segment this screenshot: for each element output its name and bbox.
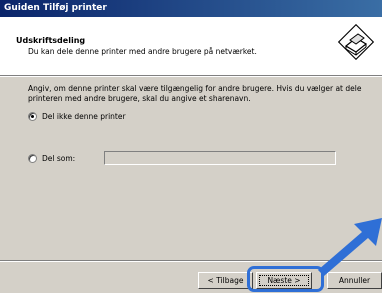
next-button-highlight — [247, 266, 324, 292]
wizard-header: Udskriftsdeling Du kan dele denne printe… — [0, 17, 382, 76]
option-label: Del ikke denne printer — [42, 111, 126, 121]
option-no-share[interactable]: Del ikke denne printer — [28, 110, 126, 122]
share-name-input[interactable] — [104, 151, 336, 165]
option-share-as[interactable]: Del som: — [28, 152, 75, 164]
window-title: Guiden Tilføj printer — [0, 0, 382, 17]
back-button[interactable]: < Tilbage — [198, 272, 253, 289]
radio-button[interactable] — [28, 153, 37, 163]
page-title: Udskriftsdeling — [16, 36, 86, 45]
radio-button[interactable] — [28, 111, 37, 121]
option-label: Del som: — [42, 153, 76, 163]
instruction-text: Angiv, om denne printer skal være tilgæn… — [28, 84, 362, 103]
printer-icon — [338, 24, 374, 60]
cancel-button[interactable]: Annuller — [327, 272, 382, 289]
divider — [0, 260, 382, 262]
page-subtitle: Du kan dele denne printer med andre brug… — [28, 47, 257, 56]
